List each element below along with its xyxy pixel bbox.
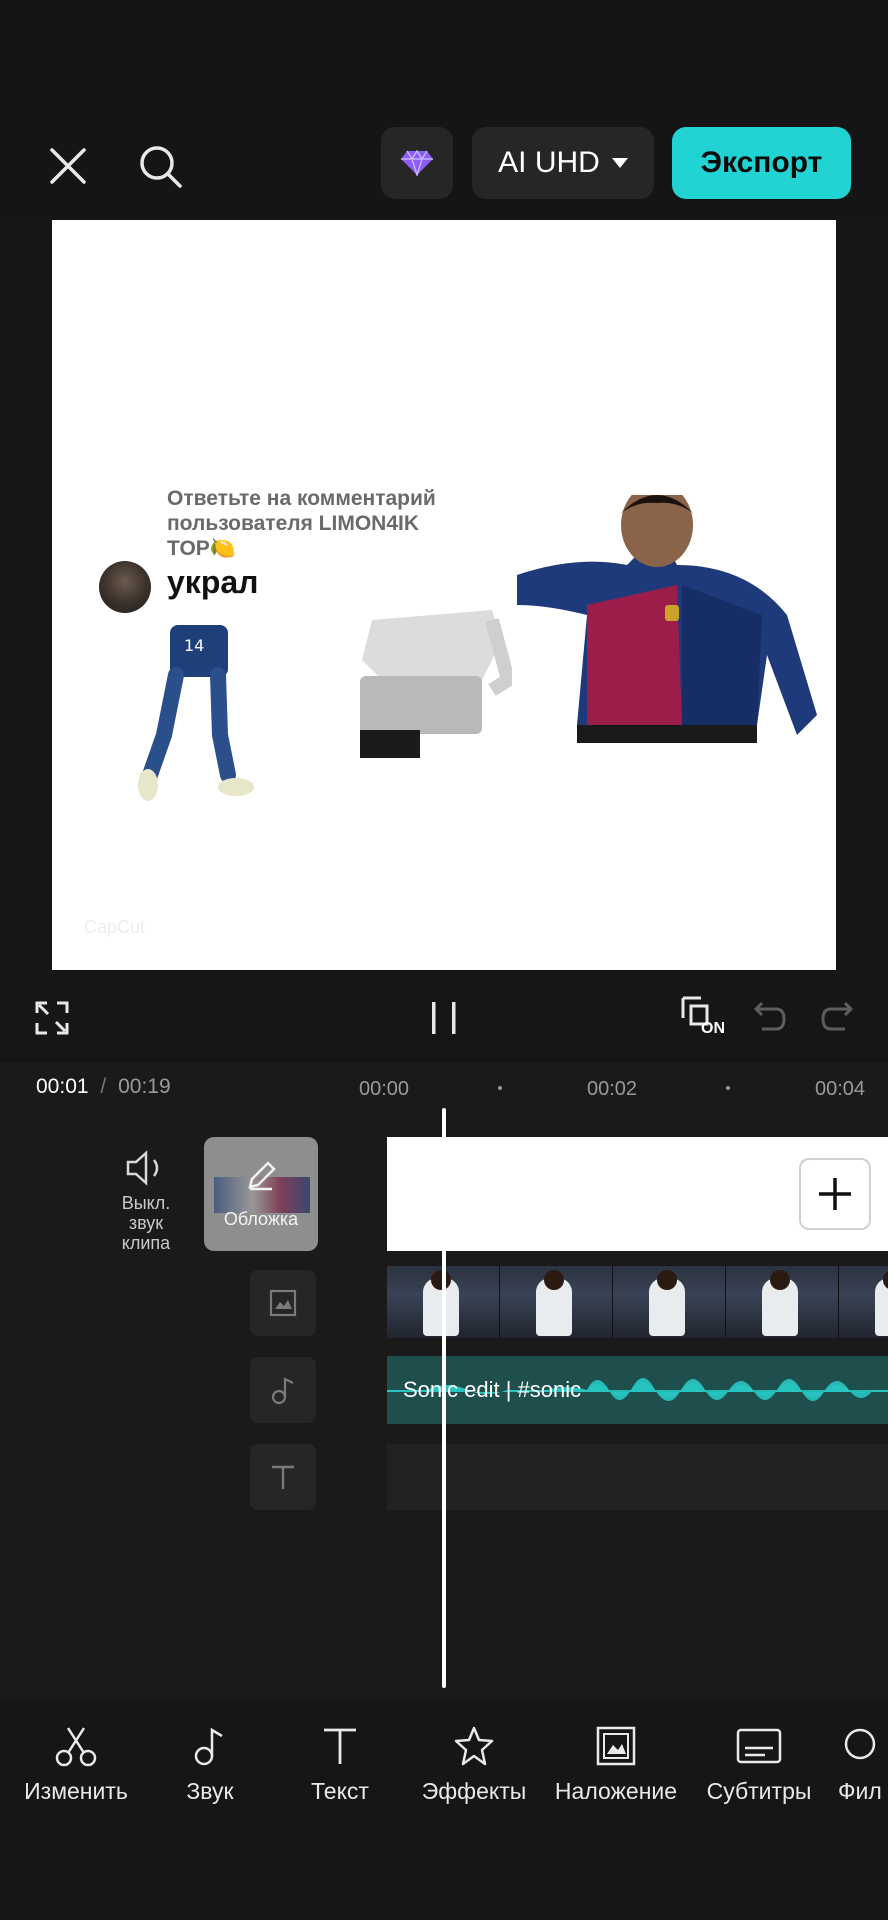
- current-time: 00:01: [36, 1075, 89, 1098]
- overlay-image-icon: [596, 1726, 636, 1766]
- mute-label-3: клипа: [121, 1233, 171, 1253]
- ruler-mark-0: 00:00: [359, 1078, 410, 1100]
- video-preview[interactable]: Ответьте на комментарий пользователя LIM…: [52, 220, 836, 970]
- overlay-video-strip[interactable]: [387, 1266, 888, 1338]
- overlay-track-button[interactable]: [250, 1270, 316, 1336]
- total-time: 00:19: [118, 1075, 171, 1098]
- overlay-image-icon: [269, 1289, 297, 1317]
- quality-dropdown[interactable]: AI UHD: [472, 127, 654, 199]
- ruler-mark-4: 00:04: [815, 1078, 866, 1100]
- cover-button[interactable]: Обложка: [204, 1137, 318, 1251]
- audio-clip-label: Sonic edit | #sonic: [403, 1377, 582, 1402]
- filter-icon: [844, 1728, 876, 1760]
- search-icon: [140, 146, 182, 188]
- text-icon: [324, 1728, 356, 1764]
- player-figure-left: 14: [138, 625, 254, 801]
- subtitles-icon: [736, 1728, 782, 1764]
- watermark: CapCut: [84, 917, 146, 937]
- toolbar-subtitles[interactable]: Субтитры: [698, 1724, 820, 1805]
- music-note-icon: [271, 1377, 294, 1405]
- pencil-icon: [248, 1161, 276, 1191]
- diamond-icon: [401, 150, 433, 176]
- redo-icon: [821, 1001, 854, 1031]
- toolbar-audio[interactable]: Звук: [160, 1724, 260, 1805]
- play-pause-button[interactable]: [422, 996, 466, 1040]
- toolbar-effects-label: Эффекты: [421, 1778, 527, 1804]
- toolbar-audio-label: Звук: [186, 1778, 234, 1804]
- toolbar-subtitles-label: Субтитры: [706, 1778, 812, 1804]
- toolbar-filters[interactable]: Фил: [838, 1724, 888, 1805]
- time-separator: /: [100, 1075, 107, 1098]
- toolbar-text-label: Текст: [311, 1778, 369, 1804]
- video-frame: [839, 1266, 888, 1338]
- fullscreen-icon: [35, 1001, 69, 1035]
- text-icon: [272, 1465, 294, 1489]
- cover-label: Обложка: [223, 1209, 299, 1229]
- ruler-dot: [726, 1086, 730, 1090]
- audio-track-button[interactable]: [250, 1357, 316, 1423]
- chevron-down-icon: [611, 158, 628, 168]
- toolbar-overlay-label: Наложение: [554, 1778, 678, 1804]
- text-track-button[interactable]: [250, 1444, 316, 1510]
- scissors-icon: [55, 1727, 97, 1767]
- player-figure-middle: [360, 610, 512, 758]
- comment-line-1: Ответьте на комментарий: [167, 487, 436, 510]
- text-track-empty[interactable]: [387, 1444, 888, 1510]
- mute-clip-audio-button[interactable]: Выкл. звук клипа: [108, 1148, 184, 1253]
- toolbar-overlay[interactable]: Наложение: [546, 1724, 686, 1805]
- svg-text:14: 14: [184, 636, 204, 655]
- quality-label: AI UHD: [498, 146, 600, 179]
- mute-label-1: Выкл.: [121, 1193, 171, 1213]
- keyframe-button[interactable]: ON: [675, 992, 729, 1042]
- comment-line-2: пользователя LIMON4IK: [167, 512, 420, 535]
- video-frame: [613, 1266, 727, 1338]
- ruler-dot: [498, 1086, 502, 1090]
- avatar: [99, 561, 151, 613]
- plus-icon: [819, 1178, 851, 1210]
- audio-clip[interactable]: Sonic edit | #sonic: [387, 1356, 888, 1424]
- export-button[interactable]: Экспорт: [672, 127, 851, 199]
- undo-button[interactable]: [750, 996, 790, 1036]
- toolbar-text[interactable]: Текст: [290, 1724, 390, 1805]
- pause-icon: [432, 1002, 456, 1034]
- video-frame: [500, 1266, 614, 1338]
- close-icon: [50, 148, 86, 184]
- playhead[interactable]: [442, 1108, 446, 1688]
- mute-label-2: звук: [128, 1213, 164, 1233]
- caption-text: украл: [167, 564, 259, 600]
- add-clip-button[interactable]: [801, 1160, 869, 1228]
- speaker-icon: [126, 1150, 159, 1186]
- comment-text: Ответьте на комментарий пользователя LIM…: [167, 486, 487, 561]
- time-counter: 00:01 / 00:19: [36, 1075, 171, 1099]
- undo-icon: [753, 1001, 786, 1031]
- toolbar-effects[interactable]: Эффекты: [414, 1724, 534, 1805]
- search-button[interactable]: [130, 136, 190, 196]
- keyframe-badge: ON: [701, 1020, 725, 1037]
- sparkle-star-icon: [454, 1726, 494, 1766]
- fullscreen-button[interactable]: [30, 996, 74, 1040]
- close-button[interactable]: [40, 138, 96, 194]
- player-figure-right: [517, 495, 817, 743]
- ruler-mark-2: 00:02: [587, 1078, 638, 1100]
- redo-button[interactable]: [817, 996, 857, 1036]
- video-frame: [726, 1266, 840, 1338]
- comment-line-3: TOP🍋: [167, 537, 236, 560]
- toolbar-edit[interactable]: Изменить: [14, 1724, 138, 1805]
- music-note-icon: [194, 1727, 223, 1766]
- premium-button[interactable]: [381, 127, 453, 199]
- toolbar-edit-label: Изменить: [24, 1778, 128, 1804]
- toolbar-filters-label: Фил: [838, 1778, 882, 1804]
